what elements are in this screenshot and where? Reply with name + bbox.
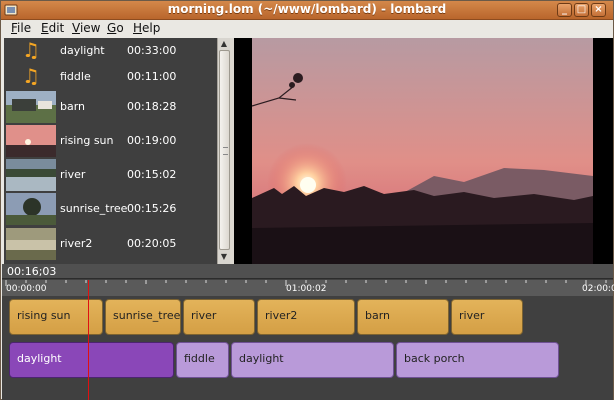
ruler-label-mid: 01:00:02	[286, 284, 327, 294]
menu-file-label: ile	[17, 21, 32, 35]
library-item-duration: 00:19:00	[127, 134, 177, 147]
menu-help[interactable]: Help	[133, 21, 160, 35]
close-button[interactable]: ×	[591, 3, 606, 17]
media-library: ♫ daylight 00:33:00 ♫ fiddle 00:11:00 ba…	[4, 38, 217, 264]
thumbnail-barn	[6, 91, 56, 123]
library-item-river2[interactable]: river2 00:20:05	[4, 226, 217, 262]
clip-label: river	[459, 309, 485, 322]
video-frame	[234, 38, 613, 264]
library-item-name: fiddle	[60, 70, 91, 83]
menu-file[interactable]: File	[11, 21, 31, 35]
title-bar[interactable]: morning.lom (~/www/lombard) - lombard _ …	[1, 1, 613, 20]
clip-label: fiddle	[184, 352, 215, 365]
menu-go-mnemonic: G	[107, 21, 117, 35]
thumbnail-sunrise-tree	[6, 193, 56, 225]
audio-clip-daylight-selected[interactable]: daylight	[9, 342, 174, 378]
library-item-daylight[interactable]: ♫ daylight 00:33:00	[4, 38, 217, 62]
window-title: morning.lom (~/www/lombard) - lombard	[167, 2, 447, 16]
menu-help-label: elp	[142, 21, 161, 35]
clip-label: back porch	[404, 352, 465, 365]
clip-label: rising sun	[17, 309, 71, 322]
clip-label: sunrise_tree	[113, 309, 181, 322]
library-item-sunrise-tree[interactable]: sunrise_tree 00:15:26	[4, 192, 217, 226]
library-item-name: rising sun	[60, 134, 114, 147]
menu-go[interactable]: Go	[107, 21, 124, 35]
video-clip-sunrise-tree[interactable]: sunrise_tree	[105, 299, 181, 335]
library-item-name: sunrise_tree	[60, 202, 128, 215]
menu-view-label: iew	[79, 21, 101, 35]
audio-clip-fiddle[interactable]: fiddle	[176, 342, 229, 378]
ruler-label-start: 00:00:00	[6, 284, 47, 294]
menu-edit-label: dit	[48, 21, 65, 35]
library-item-name: barn	[60, 100, 86, 113]
library-item-duration: 00:11:00	[127, 70, 177, 83]
library-item-name: river2	[60, 237, 93, 250]
scroll-up-icon[interactable]: ▲	[219, 39, 229, 49]
library-item-name: river	[60, 168, 86, 181]
timeline: 00:16;03 00:00:00 01:00:02 02:00:0 risin…	[2, 264, 614, 400]
library-item-duration: 00:15:02	[127, 168, 177, 181]
video-clip-river2[interactable]: river2	[257, 299, 355, 335]
clip-label: daylight	[17, 352, 62, 365]
library-scrollbar[interactable]: ▲ ▼	[217, 38, 230, 264]
library-item-fiddle[interactable]: ♫ fiddle 00:11:00	[4, 64, 217, 88]
clip-label: river	[191, 309, 217, 322]
library-item-name: daylight	[60, 44, 105, 57]
playhead[interactable]	[88, 280, 89, 400]
menu-go-label: o	[116, 21, 124, 35]
thumbnail-river2	[6, 228, 56, 260]
menu-bar: File Edit View Go Help	[1, 20, 613, 38]
thumbnail-river	[6, 159, 56, 191]
ruler-label-end: 02:00:0	[582, 284, 614, 294]
timeline-ruler[interactable]: 00:00:00 01:00:02 02:00:0	[2, 280, 614, 296]
thumbnail-rising-sun	[6, 125, 56, 157]
library-item-duration: 00:20:05	[127, 237, 177, 250]
audio-clip-back-porch[interactable]: back porch	[396, 342, 559, 378]
menu-edit-mnemonic: E	[41, 21, 49, 35]
library-item-rising-sun[interactable]: rising sun 00:19:00	[4, 124, 217, 158]
minimize-button[interactable]: _	[557, 3, 572, 17]
grip-icon	[223, 147, 228, 155]
library-item-duration: 00:15:26	[127, 202, 177, 215]
timecode-display: 00:16;03	[7, 265, 57, 278]
music-note-icon: ♫	[22, 64, 40, 88]
timecode-bar: 00:16;03	[2, 264, 613, 279]
video-preview	[234, 38, 613, 264]
music-note-icon: ♫	[22, 38, 40, 62]
video-clip-barn[interactable]: barn	[357, 299, 449, 335]
scrollbar-thumb[interactable]	[219, 50, 230, 250]
library-item-barn[interactable]: barn 00:18:28	[4, 90, 217, 124]
library-item-river[interactable]: river 00:15:02	[4, 158, 217, 192]
video-clip-river-2[interactable]: river	[451, 299, 523, 335]
clip-label: river2	[265, 309, 298, 322]
library-item-duration: 00:18:28	[127, 100, 177, 113]
library-item-duration: 00:33:00	[127, 44, 177, 57]
clip-label: daylight	[239, 352, 284, 365]
menu-view-mnemonic: V	[72, 21, 80, 35]
scroll-down-icon[interactable]: ▼	[219, 252, 229, 262]
clip-label: barn	[365, 309, 391, 322]
menu-help-mnemonic: H	[133, 21, 143, 35]
audio-clip-daylight[interactable]: daylight	[231, 342, 394, 378]
menu-edit[interactable]: Edit	[41, 21, 64, 35]
app-window: morning.lom (~/www/lombard) - lombard _ …	[0, 0, 614, 400]
maximize-button[interactable]: □	[574, 3, 589, 17]
menu-view[interactable]: View	[72, 21, 100, 35]
video-clip-river[interactable]: river	[183, 299, 255, 335]
